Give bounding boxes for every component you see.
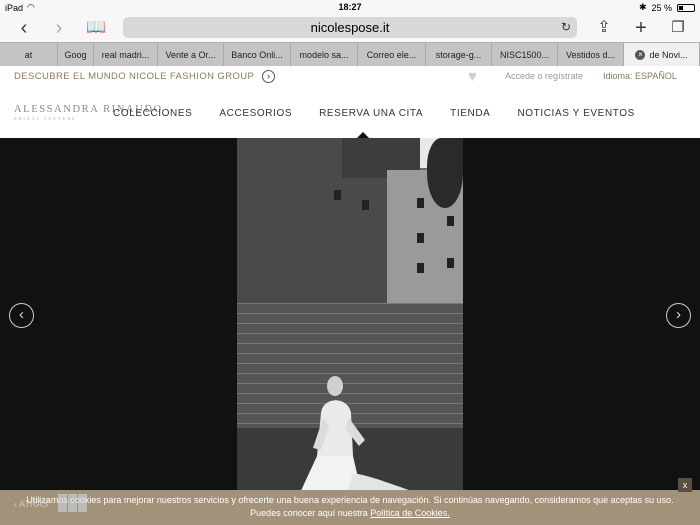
browser-tab-label: de Novi... — [649, 50, 688, 60]
browser-tab[interactable]: Vente a Or... — [158, 43, 224, 67]
back-link[interactable]: ‹ ATRÁS — [14, 498, 48, 511]
nav-colecciones[interactable]: COLECCIONES — [113, 108, 192, 119]
browser-tab-active[interactable]: × de Novi... — [624, 43, 700, 67]
browser-tab[interactable]: modelo sa... — [291, 43, 358, 67]
slider-next-button[interactable]: › — [666, 303, 691, 328]
status-bar: iPad ◠ 18:27 ✱ 25 % — [0, 0, 700, 14]
nav-noticias[interactable]: NOTICIAS Y EVENTOS — [517, 108, 635, 119]
browser-tab[interactable]: real madri... — [94, 43, 158, 67]
slider-prev-button[interactable]: ‹ — [9, 303, 34, 328]
arrow-right-icon: › — [262, 70, 276, 83]
nav-accesorios[interactable]: ACCESORIOS — [219, 108, 292, 119]
browser-tab[interactable]: Goog — [58, 43, 94, 67]
tab-bar: at Goog real madri... Vente a Or... Banc… — [0, 42, 700, 67]
close-cookie-button[interactable]: x — [678, 478, 692, 492]
chevron-right-icon[interactable]: › — [47, 17, 71, 39]
browser-tab[interactable]: Vestidos d... — [558, 43, 624, 67]
discover-label: DESCUBRE EL MUNDO NICOLE FASHION GROUP — [14, 71, 255, 82]
login-link[interactable]: Accede o regístrate — [505, 71, 583, 81]
browser-tab[interactable]: storage-g... — [426, 43, 492, 67]
browser-tab[interactable]: NISC1500... — [492, 43, 558, 67]
book-icon[interactable]: 📖 — [84, 17, 108, 39]
bride-photo — [237, 138, 463, 493]
language-selector[interactable]: Idioma: ESPAÑOL — [603, 71, 677, 81]
share-icon[interactable]: ⇪ — [592, 17, 616, 39]
battery-icon — [677, 3, 695, 12]
plus-icon[interactable]: + — [629, 17, 653, 39]
cookie-text-prefix: Puedes conocer aquí nuestra — [250, 508, 371, 518]
language-label: Idioma: — [603, 71, 633, 81]
nav-tienda[interactable]: TIENDA — [450, 108, 490, 119]
discover-link[interactable]: DESCUBRE EL MUNDO NICOLE FASHION GROUP › — [14, 70, 276, 83]
browser-tab[interactable]: Correo ele... — [358, 43, 426, 67]
clock: 18:27 — [338, 2, 362, 12]
cookie-text-line1: Utilizamos cookies para mejorar nuestros… — [26, 495, 674, 505]
cookie-policy-link[interactable]: Política de Cookies. — [370, 508, 450, 518]
browser-tab[interactable]: at — [0, 43, 58, 67]
close-tab-icon[interactable]: × — [635, 50, 646, 60]
bride-figure — [299, 376, 418, 493]
chevron-left-icon[interactable]: ‹ — [12, 17, 36, 39]
reload-icon[interactable]: ↻ — [561, 17, 571, 38]
url-text: nicolespose.it — [310, 20, 390, 35]
cookie-banner: x ‹ ATRÁS Utilizamos cookies para mejora… — [0, 478, 700, 525]
tabs-icon[interactable]: ❐ — [666, 17, 690, 39]
heart-icon[interactable]: ♥ — [468, 68, 477, 85]
nav-reserva-cita[interactable]: RESERVA UNA CITA — [319, 108, 423, 119]
browser-toolbar: ‹ › 📖 nicolespose.it ↻ ⇪ + ❐ — [0, 14, 700, 42]
hero-slider: ‹ › — [0, 138, 700, 493]
back-label: ATRÁS — [19, 499, 49, 509]
main-nav: COLECCIONES ACCESORIOS RESERVA UNA CITA … — [113, 108, 635, 119]
language-value: ESPAÑOL — [635, 71, 677, 81]
grid-icon — [58, 494, 88, 512]
bluetooth-icon: ✱ — [638, 2, 647, 12]
browser-tab[interactable]: Banco Onli... — [224, 43, 291, 67]
address-bar[interactable]: nicolespose.it ↻ — [123, 17, 577, 38]
cookie-text-line2: Puedes conocer aquí nuestra Política de … — [0, 507, 700, 520]
battery-percent: 25 % — [651, 2, 672, 13]
site-header: DESCUBRE EL MUNDO NICOLE FASHION GROUP ›… — [0, 66, 700, 138]
